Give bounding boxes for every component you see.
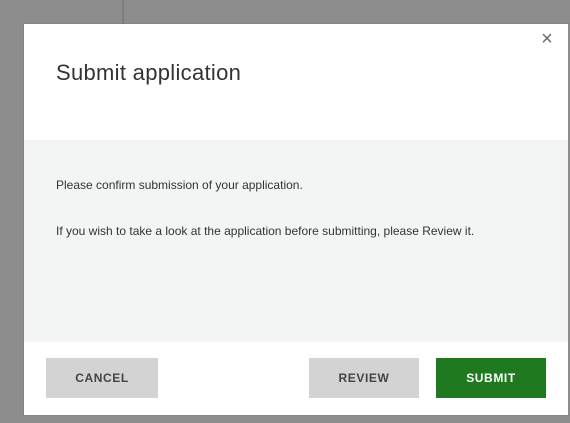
- cancel-button[interactable]: CANCEL: [46, 358, 158, 398]
- dialog-body: Please confirm submission of your applic…: [24, 140, 570, 342]
- review-button[interactable]: REVIEW: [309, 358, 419, 398]
- dialog-header: Submit application ×: [24, 24, 570, 140]
- submit-application-dialog: Submit application × Please confirm subm…: [24, 24, 570, 415]
- background-divider: [122, 0, 124, 24]
- submit-button[interactable]: SUBMIT: [436, 358, 546, 398]
- confirm-message: Please confirm submission of your applic…: [56, 178, 303, 192]
- review-hint-message: If you wish to take a look at the applic…: [56, 224, 475, 238]
- dialog-footer: CANCEL REVIEW SUBMIT: [24, 342, 570, 415]
- dialog-title: Submit application: [56, 60, 242, 85]
- close-icon[interactable]: ×: [536, 28, 558, 50]
